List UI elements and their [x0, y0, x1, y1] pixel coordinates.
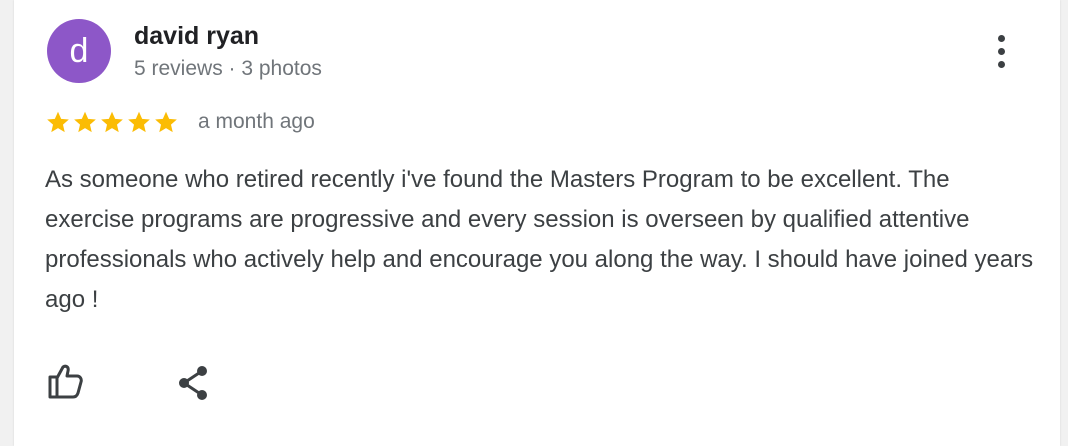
avatar[interactable]: d	[47, 19, 111, 83]
author-name[interactable]: david ryan	[134, 20, 259, 52]
more-vert-icon-dot	[998, 61, 1005, 68]
more-vert-icon	[998, 35, 1005, 42]
review-card: d david ryan 5 reviews · 3 photos a mont…	[14, 0, 1060, 446]
more-options-button[interactable]	[982, 30, 1018, 74]
star-icon	[101, 111, 123, 133]
star-icon	[155, 111, 177, 133]
author-review-count: 5 reviews · 3 photos	[134, 57, 322, 80]
star-icon	[47, 111, 69, 133]
more-vert-icon-dot	[998, 48, 1005, 55]
review-text: As someone who retired recently i've fou…	[45, 166, 1034, 313]
review-date: a month ago	[198, 110, 315, 133]
thumb-up-icon	[48, 364, 83, 399]
share-button[interactable]	[172, 360, 216, 404]
star-icon	[128, 111, 150, 133]
star-icon	[74, 111, 96, 133]
like-button[interactable]	[44, 360, 88, 404]
star-rating	[45, 107, 180, 137]
share-icon	[179, 366, 207, 400]
